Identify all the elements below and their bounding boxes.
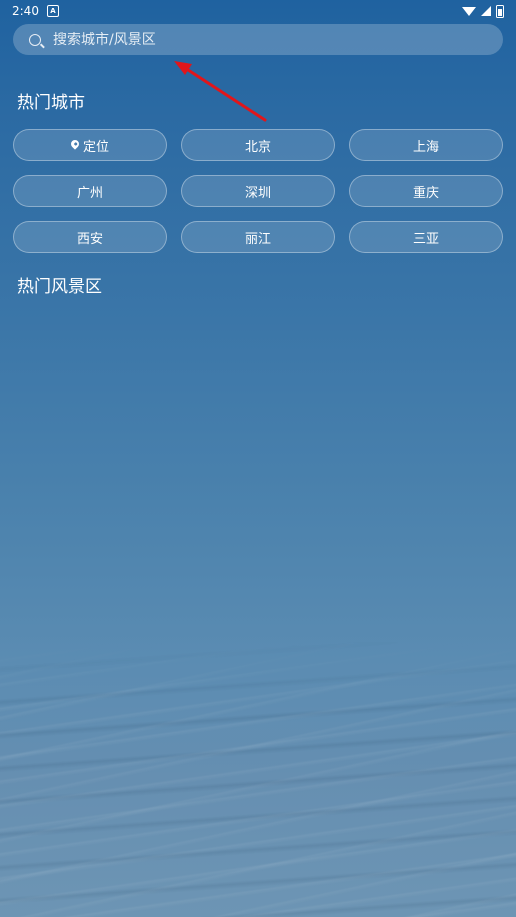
search-bar[interactable] bbox=[13, 24, 503, 55]
signal-icon bbox=[481, 6, 491, 16]
search-icon bbox=[29, 33, 41, 46]
city-chip[interactable]: 三亚 bbox=[349, 221, 503, 253]
city-chip[interactable]: 丽江 bbox=[181, 221, 335, 253]
city-chip[interactable]: 广州 bbox=[13, 175, 167, 207]
city-chip[interactable]: 北京 bbox=[181, 129, 335, 161]
locate-button[interactable]: 定位 bbox=[13, 129, 167, 161]
hot-cities-title: 热门城市 bbox=[17, 93, 85, 113]
city-chip[interactable]: 重庆 bbox=[349, 175, 503, 207]
status-time: 2:40 bbox=[12, 4, 39, 18]
hot-cities-grid: 定位 北京 上海 广州 深圳 重庆 西安 丽江 三亚 bbox=[13, 129, 503, 253]
locate-label: 定位 bbox=[82, 139, 109, 155]
location-pin-icon bbox=[69, 138, 81, 150]
search-input[interactable] bbox=[53, 31, 503, 48]
battery-icon bbox=[496, 4, 504, 18]
status-bar: 2:40 A bbox=[0, 0, 516, 22]
wifi-icon bbox=[462, 6, 476, 16]
city-chip[interactable]: 深圳 bbox=[181, 175, 335, 207]
app-notification-icon: A bbox=[46, 5, 59, 17]
water-background bbox=[0, 640, 516, 917]
hot-scenic-title: 热门风景区 bbox=[17, 277, 102, 297]
city-chip[interactable]: 上海 bbox=[349, 129, 503, 161]
city-chip[interactable]: 西安 bbox=[13, 221, 167, 253]
